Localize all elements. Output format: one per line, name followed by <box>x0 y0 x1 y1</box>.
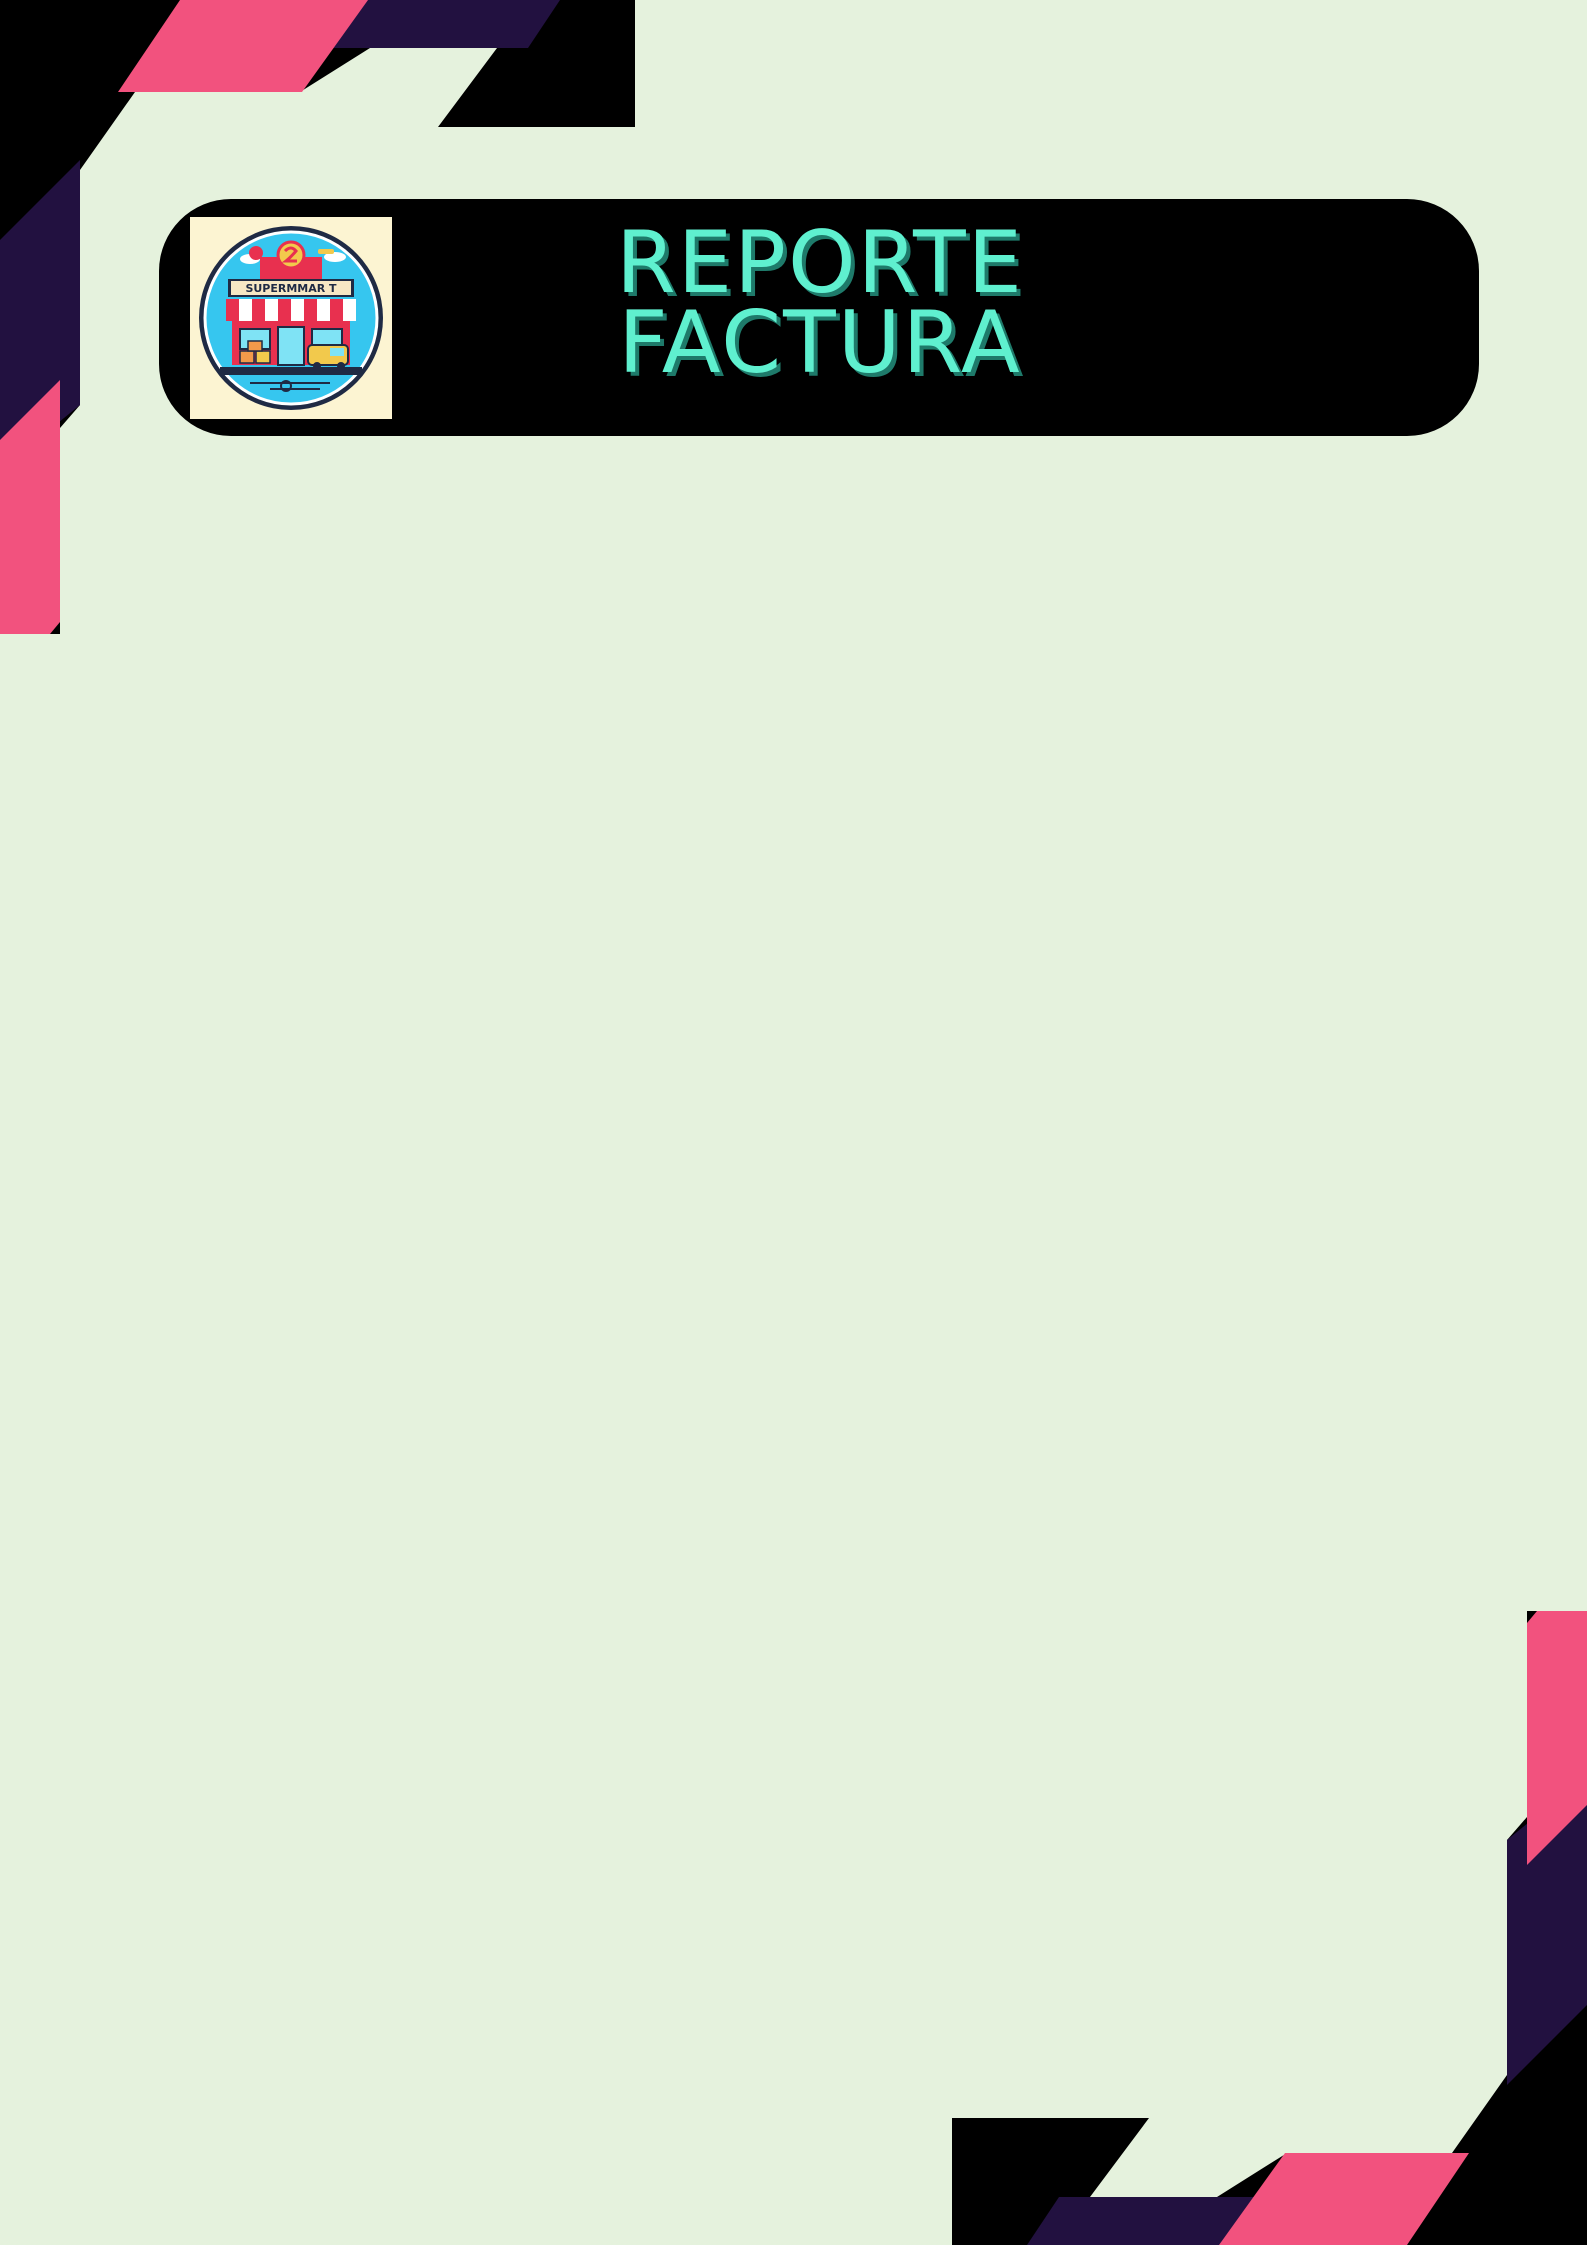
logo-sign-text: SUPERMMAR T <box>245 282 337 295</box>
report-page: SUPERMMAR T REPORTE FACTURA <box>0 0 1587 2245</box>
page-title: REPORTE FACTURA <box>520 213 1120 393</box>
title-line-2: FACTURA <box>618 293 1022 393</box>
title-line-1: REPORTE <box>615 213 1024 313</box>
logo: SUPERMMAR T <box>190 217 392 419</box>
supermarket-storefront-icon: SUPERMMAR T <box>199 226 383 410</box>
